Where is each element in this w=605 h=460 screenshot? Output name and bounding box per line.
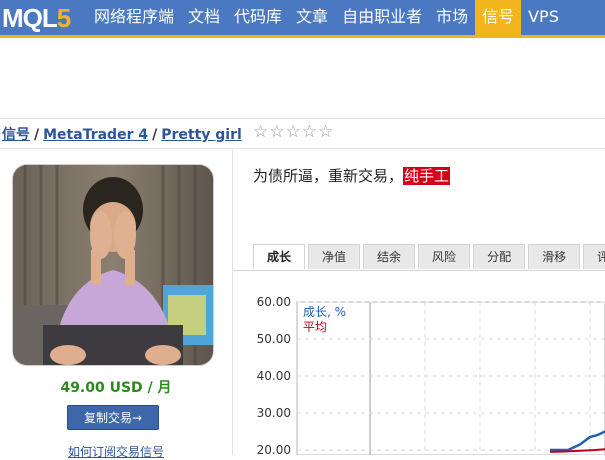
growth-chart-svg: 60.00 50.00 40.00 30.00 20.00 成长, %平均 (257, 295, 605, 457)
nav-item-signals[interactable]: 信号 (475, 0, 522, 35)
nav-item-market[interactable]: 市场 (429, 0, 475, 35)
rating-stars[interactable]: ☆ ☆ ☆ ☆ ☆ (253, 123, 333, 141)
star-empty-icon[interactable]: ☆ (318, 123, 333, 141)
tab-balance[interactable]: 结余 (363, 244, 416, 269)
y-tick-label: 40.00 (257, 369, 291, 383)
logo-text: MQL (2, 3, 58, 33)
signal-avatar (13, 165, 213, 365)
y-tick-label: 50.00 (257, 332, 291, 346)
description-highlight: 纯手工 (403, 167, 451, 185)
breadcrumb-separator: / (34, 127, 40, 143)
legend-entry: 平均 (303, 320, 327, 334)
tab-risk[interactable]: 风险 (418, 244, 471, 269)
copy-trades-button[interactable]: 复制交易→ (67, 405, 159, 430)
top-navigation-bar: MQL5 网络程序端 文档 代码库 文章 自由职业者 市场 信号 VPS (0, 0, 605, 38)
tab-reviews[interactable]: 评 (583, 244, 605, 269)
avatar-photo (13, 165, 213, 365)
breadcrumb-metatrader4[interactable]: MetaTrader 4 (43, 127, 148, 143)
breadcrumb-signals[interactable]: 信号 (2, 127, 30, 143)
y-tick-label: 60.00 (257, 295, 291, 309)
tabs-divider (233, 270, 605, 271)
y-tick-label: 20.00 (257, 443, 291, 455)
signal-sidebar: 49.00 USD / 月 复制交易→ 如何订阅交易信号 (0, 148, 233, 459)
plot-area (296, 301, 605, 456)
how-to-subscribe-link[interactable]: 如何订阅交易信号 (0, 443, 232, 460)
logo-five: 5 (56, 3, 72, 33)
breadcrumb: 信号 / MetaTrader 4/Pretty girl (2, 124, 242, 144)
main-nav: 网络程序端 文档 代码库 文章 自由职业者 市场 信号 VPS (87, 0, 566, 35)
tab-growth[interactable]: 成长 (253, 244, 306, 269)
chart-tabs: 成长 净值 结余 风险 分配 滑移 评 (253, 244, 605, 270)
tab-slippage[interactable]: 滑移 (528, 244, 581, 269)
tab-distribution[interactable]: 分配 (473, 244, 526, 269)
signal-description: 为债所逼，重新交易，纯手工 (253, 165, 451, 186)
description-text: 为债所逼，重新交易， (253, 167, 404, 185)
mql5-logo[interactable]: MQL5 (2, 3, 72, 33)
y-tick-label: 30.00 (257, 406, 291, 420)
breadcrumb-bar: 信号 / MetaTrader 4/Pretty girl ☆ ☆ ☆ ☆ ☆ (0, 118, 605, 149)
nav-item-freelance[interactable]: 自由职业者 (335, 0, 429, 35)
star-empty-icon[interactable]: ☆ (302, 123, 317, 141)
nav-item-articles[interactable]: 文章 (289, 0, 335, 35)
breadcrumb-separator: / (152, 127, 158, 143)
subscription-price: 49.00 USD / 月 (60, 380, 172, 396)
growth-chart: 60.00 50.00 40.00 30.00 20.00 成长, % 平均 (250, 290, 605, 457)
nav-item-vps[interactable]: VPS (521, 0, 566, 35)
star-empty-icon[interactable]: ☆ (269, 123, 284, 141)
tab-equity[interactable]: 净值 (308, 244, 361, 269)
star-empty-icon[interactable]: ☆ (253, 123, 268, 141)
legend-entry: 成长, % (303, 305, 346, 319)
star-empty-icon[interactable]: ☆ (286, 123, 301, 141)
nav-item-codebase[interactable]: 代码库 (227, 0, 289, 35)
nav-item-terminal[interactable]: 网络程序端 (87, 0, 181, 35)
nav-item-docs[interactable]: 文档 (181, 0, 227, 35)
breadcrumb-signal-name[interactable]: Pretty girl (161, 127, 242, 143)
